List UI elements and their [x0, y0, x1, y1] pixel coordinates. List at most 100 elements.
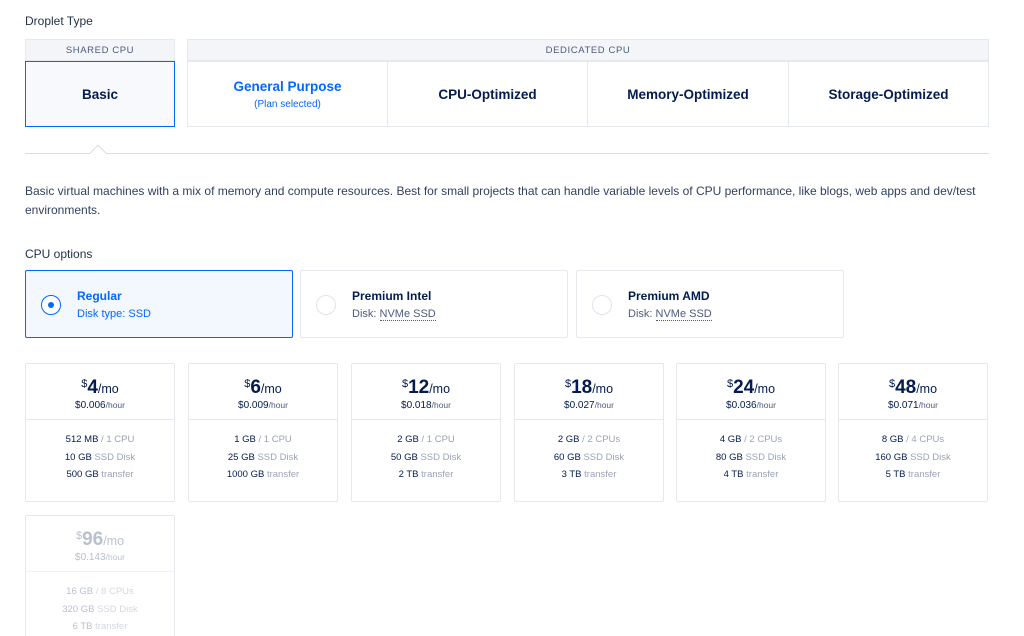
caret-mask: [88, 154, 108, 162]
price-card-specs: 2 GB / 2 CPUs 60 GB SSD Disk 3 TB transf…: [515, 420, 663, 484]
price-card-specs: 1 GB / 1 CPU 25 GB SSD Disk 1000 GB tran…: [189, 420, 337, 484]
monthly-price: $24/mo: [677, 374, 825, 399]
per-month-label: /mo: [916, 382, 938, 396]
disk-unit: SSD Disk: [742, 451, 787, 463]
spec-memory-cpu: 8 GB / 4 CPUs: [839, 431, 987, 449]
spec-memory-cpu: 4 GB / 2 CPUs: [677, 431, 825, 449]
cpu-option-regular[interactable]: Regular Disk type: SSD: [25, 270, 293, 338]
price-card-specs: 16 GB / 8 CPUs 320 GB SSD Disk 6 TB tran…: [26, 572, 174, 636]
disk-value: 60 GB: [553, 451, 581, 463]
plan-tab-label: CPU-Optimized: [438, 86, 537, 102]
cpu-option-disk: Disk: NVMe SSD: [352, 308, 436, 321]
plan-tab-storage-optimized[interactable]: Storage-Optimized: [788, 61, 989, 127]
memory-value: 8 GB: [881, 434, 904, 445]
price-card-header: $6/mo $0.009/hour: [189, 364, 337, 420]
price-card-header: $18/mo $0.027/hour: [515, 364, 663, 420]
cpu-option-premium-intel[interactable]: Premium Intel Disk: NVMe SSD: [300, 270, 568, 338]
plan-tab-memory-optimized[interactable]: Memory-Optimized: [587, 61, 789, 127]
price-card[interactable]: $96/mo $0.143/hour 16 GB / 8 CPUs 320 GB…: [25, 515, 175, 636]
plan-description: Basic virtual machines with a mix of mem…: [25, 184, 976, 217]
spec-disk: 80 GB SSD Disk: [677, 449, 825, 467]
cpu-option-disk: Disk type: SSD: [77, 308, 151, 320]
price-card[interactable]: $12/mo $0.018/hour 2 GB / 1 CPU 50 GB SS…: [351, 363, 501, 502]
price-amount: 18: [571, 377, 593, 398]
price-card-header: $48/mo $0.071/hour: [839, 364, 987, 420]
price-card-specs: 4 GB / 2 CPUs 80 GB SSD Disk 4 TB transf…: [677, 420, 825, 484]
hourly-price: $0.071/hour: [839, 400, 987, 411]
per-month-label: /mo: [754, 382, 776, 396]
monthly-price: $18/mo: [515, 374, 663, 399]
spec-disk: 10 GB SSD Disk: [26, 449, 174, 467]
radio-selected-icon[interactable]: [41, 295, 61, 315]
monthly-price: $96/mo: [26, 526, 174, 551]
disk-unit: SSD Disk: [580, 451, 625, 463]
cpu-option-label: Premium AMD: [628, 289, 710, 303]
disk-value: 10 GB: [64, 451, 92, 463]
hourly-amount: $0.018: [401, 400, 432, 411]
price-card[interactable]: $6/mo $0.009/hour 1 GB / 1 CPU 25 GB SSD…: [188, 363, 338, 502]
memory-value: 2 GB: [397, 434, 419, 445]
price-card[interactable]: $48/mo $0.071/hour 8 GB / 4 CPUs 160 GB …: [838, 363, 988, 502]
spec-transfer: 2 TB transfer: [352, 466, 500, 484]
disk-type: SSD: [128, 308, 151, 320]
shared-cpu-header: SHARED CPU: [25, 39, 175, 61]
hourly-price: $0.009/hour: [189, 400, 337, 411]
disk-unit: SSD Disk: [94, 603, 138, 615]
transfer-value: 3 TB: [561, 469, 582, 480]
price-amount: 96: [82, 529, 104, 550]
cpu-count: / 1 CPU: [418, 434, 455, 445]
plan-tab-basic[interactable]: Basic: [25, 61, 175, 127]
spec-disk: 160 GB SSD Disk: [839, 449, 987, 467]
per-hour-label: /hour: [756, 400, 776, 410]
radio-unselected-icon[interactable]: [592, 295, 612, 315]
transfer-unit: transfer: [581, 469, 617, 480]
plan-tab-label: Basic: [81, 86, 119, 102]
per-hour-label: /hour: [431, 400, 451, 410]
transfer-unit: transfer: [743, 469, 779, 480]
hourly-price: $0.027/hour: [515, 400, 663, 411]
plan-tab-label: General Purpose: [233, 78, 342, 94]
disk-unit: SSD Disk: [254, 451, 299, 463]
price-card-header: $24/mo $0.036/hour: [677, 364, 825, 420]
price-card-header: $12/mo $0.018/hour: [352, 364, 500, 420]
spec-disk: 60 GB SSD Disk: [515, 449, 663, 467]
spec-memory-cpu: 16 GB / 8 CPUs: [26, 583, 174, 601]
radio-unselected-icon[interactable]: [316, 295, 336, 315]
disk-prefix: Disk type:: [77, 308, 129, 320]
cpu-count: / 1 CPU: [98, 434, 135, 445]
hourly-amount: $0.009: [238, 400, 269, 411]
transfer-value: 500 GB: [66, 469, 99, 480]
disk-type-tooltip-link[interactable]: NVMe SSD: [379, 308, 436, 321]
per-month-label: /mo: [429, 382, 451, 396]
price-amount: 12: [408, 377, 430, 398]
cpu-option-disk: Disk: NVMe SSD: [628, 308, 712, 321]
disk-prefix: Disk:: [628, 308, 656, 320]
price-card[interactable]: $24/mo $0.036/hour 4 GB / 2 CPUs 80 GB S…: [676, 363, 826, 502]
price-amount: 6: [250, 377, 261, 398]
disk-unit: SSD Disk: [907, 451, 951, 463]
monthly-price: $48/mo: [839, 374, 987, 399]
cpu-count: / 4 CPUs: [903, 434, 945, 445]
price-card[interactable]: $4/mo $0.006/hour 512 MB / 1 CPU 10 GB S…: [25, 363, 175, 502]
plan-tab-general-purpose[interactable]: General Purpose (Plan selected): [187, 61, 388, 127]
price-amount: 4: [87, 377, 98, 398]
per-month-label: /mo: [592, 382, 614, 396]
transfer-value: 4 TB: [723, 469, 744, 480]
price-amount: 24: [733, 377, 755, 398]
plan-tab-cpu-optimized[interactable]: CPU-Optimized: [387, 61, 588, 127]
spec-memory-cpu: 2 GB / 2 CPUs: [515, 431, 663, 449]
droplet-type-title: Droplet Type: [25, 14, 93, 28]
plan-tab-label: Storage-Optimized: [828, 86, 949, 102]
section-divider: [25, 153, 989, 154]
cpu-option-label: Premium Intel: [352, 289, 432, 303]
per-hour-label: /hour: [594, 400, 614, 410]
memory-value: 2 GB: [557, 434, 580, 445]
cpu-count: / 2 CPUs: [579, 434, 621, 445]
disk-type-tooltip-link[interactable]: NVMe SSD: [655, 308, 712, 321]
price-card[interactable]: $18/mo $0.027/hour 2 GB / 2 CPUs 60 GB S…: [514, 363, 664, 502]
cpu-option-label: Regular: [77, 289, 122, 303]
per-hour-label: /hour: [918, 400, 938, 410]
disk-unit: SSD Disk: [417, 451, 462, 463]
cpu-option-premium-amd[interactable]: Premium AMD Disk: NVMe SSD: [576, 270, 844, 338]
transfer-value: 6 TB: [72, 621, 93, 632]
